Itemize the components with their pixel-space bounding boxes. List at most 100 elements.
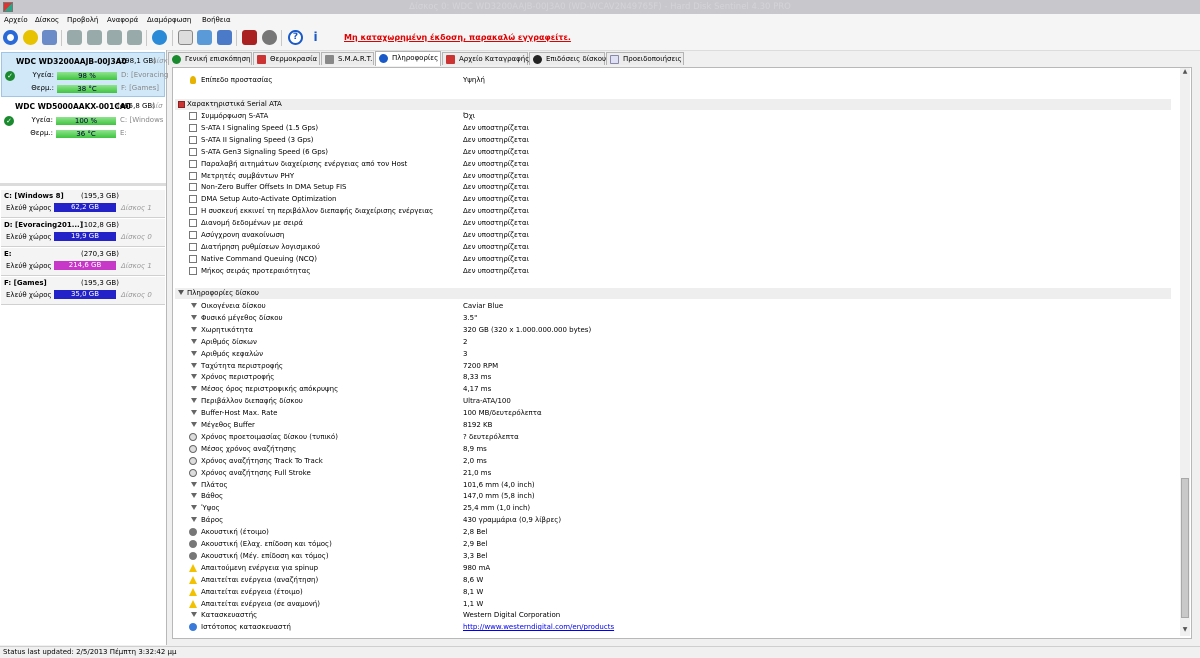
unregistered-link[interactable]: Μη καταχωρημένη έκδοση, παρακαλώ εγγραφε… xyxy=(344,33,571,42)
info-value: Δεν υποστηρίζεται xyxy=(463,254,529,263)
free-space-bar: 62,2 GB xyxy=(54,203,116,212)
speaker-icon xyxy=(189,540,197,548)
free-space-bar: 35,0 GB xyxy=(54,290,116,299)
partition-size: (102,8 GB) xyxy=(81,221,119,229)
menu-view[interactable]: Προβολή xyxy=(67,16,98,24)
disk-item[interactable]: WDC WD5000AAKX-001CA0 (465,8 GB) Δίσ ✓ Υ… xyxy=(1,98,165,143)
info-value: 100 MB/δευτερόλεπτα xyxy=(463,409,542,418)
info-value: 4,17 ms xyxy=(463,385,492,394)
checkbox[interactable] xyxy=(189,231,197,239)
info-value: Όχι xyxy=(463,112,476,120)
info-value: 2,9 Bel xyxy=(463,540,488,548)
partition-item[interactable]: F: [Games] (195,3 GB) Ελεύθ χώρος 35,0 G… xyxy=(1,277,165,305)
manufacturer-link[interactable]: http://www.westerndigital.com/en/product… xyxy=(463,621,614,633)
info-icon[interactable]: i xyxy=(308,30,323,45)
info-row: S-ATA I Signaling Speed (1.5 Gps) Δεν υπο… xyxy=(173,122,1173,134)
info-key: Απαιτείται ενέργεια (σε αναμονή) xyxy=(201,599,320,608)
free-space-value: 19,9 GB xyxy=(54,232,116,241)
info-key: Μετρητές συμβάντων PHY xyxy=(201,171,295,180)
checkbox[interactable] xyxy=(189,135,197,144)
info-row: Απαιτείται ενέργεια (έτοιμο) 8,1 W xyxy=(173,586,1173,598)
menu-config[interactable]: Διαμόρφωση xyxy=(147,16,191,24)
checkbox[interactable] xyxy=(189,183,197,192)
checkbox[interactable] xyxy=(189,195,197,204)
tab-temperature[interactable]: Θερμοκρασία xyxy=(253,52,320,65)
checkbox[interactable] xyxy=(189,219,197,228)
sata-icon xyxy=(178,101,185,108)
tab-performance[interactable]: Επιδόσεις δίσκου xyxy=(529,52,606,65)
checkbox[interactable] xyxy=(189,147,197,156)
gear-icon[interactable] xyxy=(262,30,277,45)
status-bar: Status last updated: 2/5/2013 Πέμπτη 3:3… xyxy=(0,646,1200,658)
surface-test-icon[interactable] xyxy=(87,30,102,45)
info-key: Ακουστική (Ελαχ. επίδοση και τόμος) xyxy=(201,540,332,548)
settings-icon[interactable] xyxy=(242,30,257,45)
disk-item[interactable]: WDC WD3200AAJB-00J3A0 (298,1 GB) Δίσκ ✓ … xyxy=(1,52,168,97)
partition-size: (195,3 GB) xyxy=(81,192,119,200)
info-value: Caviar Blue xyxy=(463,302,504,310)
warning-icon xyxy=(189,587,197,596)
tab-overview[interactable]: Γενική επισκόπηση xyxy=(168,52,252,65)
tab-smart[interactable]: S.M.A.R.T. xyxy=(321,52,374,65)
checkbox[interactable] xyxy=(189,112,197,120)
help-icon[interactable]: ? xyxy=(288,30,303,45)
checkbox[interactable] xyxy=(189,171,197,180)
warning-icon xyxy=(189,563,197,572)
menu-file[interactable]: Αρχείο xyxy=(4,16,28,24)
partition-disk: Δίσκος 0 xyxy=(121,291,152,299)
info-key: Διατήρηση ρυθμίσεων λογισμικού xyxy=(201,242,320,251)
info-key: Συμμόρφωση S-ATA xyxy=(201,112,269,120)
menu-report[interactable]: Αναφορά xyxy=(107,16,138,24)
report-icon[interactable] xyxy=(178,30,193,45)
info-row: Μέσος χρόνος αναζήτησης 8,9 ms xyxy=(173,443,1173,455)
menu-disk[interactable]: Δίσκος xyxy=(35,16,59,24)
bullet-icon xyxy=(191,314,197,320)
vertical-scrollbar[interactable]: ▲ ▼ xyxy=(1180,68,1190,636)
info-value: 320 GB (320 x 1.000.000.000 bytes) xyxy=(463,325,592,334)
smart-alert-icon[interactable] xyxy=(23,30,38,45)
tools-icon[interactable] xyxy=(127,30,142,45)
info-value: Δεν υποστηρίζεται xyxy=(463,242,529,251)
info-value: Δεν υποστηρίζεται xyxy=(463,159,529,168)
info-key: Ακουστική (έτοιμο) xyxy=(201,528,269,537)
disk-size: (465,8 GB) xyxy=(117,102,155,110)
partition-title: D: [Evoracing201...] xyxy=(4,221,83,229)
partition-item[interactable]: E: (270,3 GB) Ελεύθ χώρος 214,6 GB Δίσκο… xyxy=(1,248,165,276)
info-row: Συμμόρφωση S-ATA Όχι xyxy=(173,110,1173,122)
bullet-icon xyxy=(191,493,197,499)
scroll-thumb[interactable] xyxy=(1181,478,1189,618)
checkbox[interactable] xyxy=(189,266,197,275)
checkbox[interactable] xyxy=(189,207,197,216)
checkbox[interactable] xyxy=(189,254,197,263)
copy-icon[interactable] xyxy=(197,30,212,45)
scroll-down-arrow-icon[interactable]: ▼ xyxy=(1180,626,1190,636)
free-space-value: 62,2 GB xyxy=(54,203,116,212)
bullet-icon xyxy=(191,350,197,356)
info-value: 21,0 ms xyxy=(463,468,492,477)
checkbox[interactable] xyxy=(189,242,197,251)
globe-icon[interactable] xyxy=(152,30,167,45)
partition-item[interactable]: C: [Windows 8] (195,3 GB) Ελεύθ χώρος 62… xyxy=(1,190,165,218)
tab-log[interactable]: Αρχείο Καταγραφής xyxy=(442,52,529,65)
disk-icon[interactable] xyxy=(42,30,57,45)
refresh-icon[interactable] xyxy=(3,30,18,45)
info-value: Δεν υποστηρίζεται xyxy=(463,195,529,204)
checkbox[interactable] xyxy=(189,159,197,168)
repair-icon[interactable] xyxy=(107,30,122,45)
checkbox[interactable] xyxy=(189,123,197,132)
info-key: Φυσικό μέγεθος δίσκου xyxy=(201,313,283,322)
collapse-arrow-icon[interactable] xyxy=(178,290,184,295)
log-icon xyxy=(446,55,455,64)
info-row: Μέγεθος Buffer 8192 KB xyxy=(173,419,1173,431)
info-key: Απαιτείται ενέργεια (αναζήτηση) xyxy=(201,575,319,584)
performance-icon xyxy=(533,55,542,64)
tab-information[interactable]: Πληροφορίες xyxy=(375,51,441,66)
partition-item[interactable]: D: [Evoracing201...] (102,8 GB) Ελεύθ χώ… xyxy=(1,219,165,247)
send-icon[interactable] xyxy=(217,30,232,45)
test-icon[interactable] xyxy=(67,30,82,45)
disk-size: (298,1 GB) xyxy=(118,57,156,65)
bullet-icon xyxy=(191,386,197,392)
scroll-up-arrow-icon[interactable]: ▲ xyxy=(1180,68,1190,78)
menu-help[interactable]: Βοήθεια xyxy=(202,16,231,24)
tab-alerts[interactable]: Προειδοποιήσεις xyxy=(606,52,684,65)
